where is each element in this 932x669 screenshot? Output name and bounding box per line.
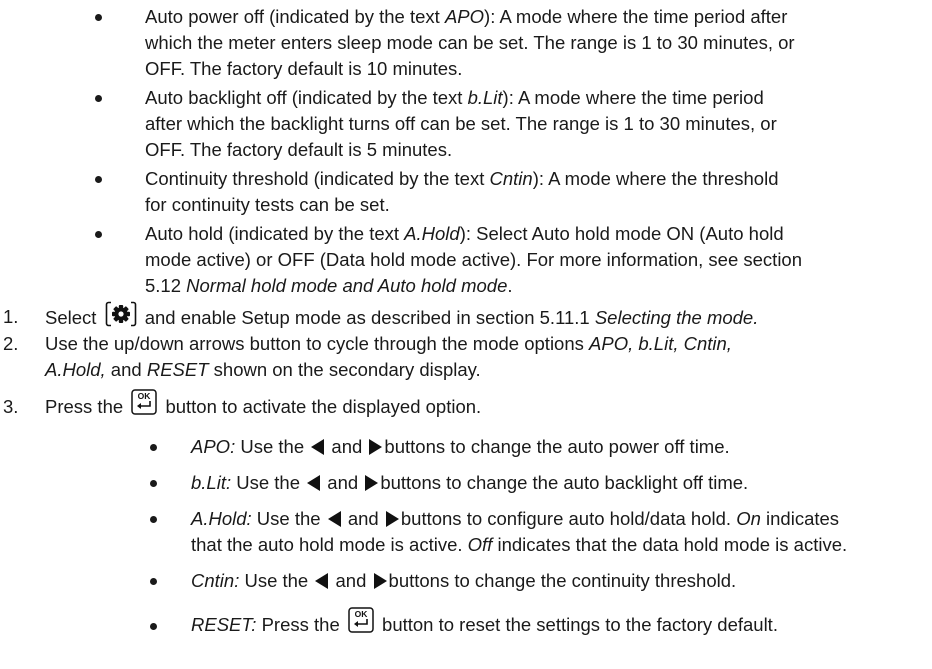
right-triangle-icon: [365, 474, 379, 491]
left-triangle-icon: [311, 438, 325, 455]
option-apo: APO: Use the and buttons to change the a…: [191, 436, 730, 457]
bullet: [95, 231, 102, 238]
option-cntin: Cntin: Use the and buttons to change the…: [191, 570, 737, 591]
bullet: [150, 516, 157, 523]
svg-text:OK: OK: [355, 609, 369, 619]
text-line: for continuity tests can be set.: [145, 194, 390, 215]
step-2-text-cont: A.Hold, and RESET shown on the secondary…: [45, 359, 481, 380]
option-blit: b.Lit: Use the and buttons to change the…: [191, 472, 749, 493]
text-line: which the meter enters sleep mode can be…: [145, 32, 795, 53]
svg-text:OK: OK: [138, 391, 152, 401]
ok-enter-icon: OK: [348, 607, 374, 639]
left-triangle-icon: [307, 474, 321, 491]
left-triangle-icon: [315, 572, 329, 589]
right-triangle-icon: [373, 572, 387, 589]
bullet: [95, 95, 102, 102]
text-line: after which the backlight turns off can …: [145, 113, 777, 134]
text-line: OFF. The factory default is 5 minutes.: [145, 139, 453, 160]
bullet: [150, 480, 157, 487]
text-line: Auto backlight off (indicated by the tex…: [145, 87, 764, 108]
ok-enter-icon: OK: [131, 389, 158, 421]
text-line: OFF. The factory default is 10 minutes.: [145, 58, 463, 79]
step-number: 3.: [3, 396, 19, 417]
left-triangle-icon: [327, 510, 341, 527]
bullet: [150, 444, 157, 451]
step-1-text: Select and enable Setup mode as describe…: [45, 301, 758, 333]
bullet: [95, 14, 102, 21]
bullet: [150, 623, 157, 630]
bullet: [150, 578, 157, 585]
option-ahold-cont: that the auto hold mode is active. Off i…: [191, 534, 848, 555]
text-line: Auto power off (indicated by the text AP…: [145, 6, 788, 27]
option-reset: RESET: Press the OK button to reset the …: [191, 607, 778, 639]
step-3-text: Press the OK button to activate the disp…: [45, 389, 481, 421]
step-2-text: Use the up/down arrows button to cycle t…: [45, 333, 732, 354]
step-number: 1.: [3, 306, 19, 327]
text-line: Auto hold (indicated by the text A.Hold)…: [145, 223, 784, 244]
gear-icon: [105, 301, 137, 333]
bullet: [95, 176, 102, 183]
right-triangle-icon: [385, 510, 399, 527]
option-ahold: A.Hold: Use the and buttons to configure…: [191, 508, 840, 529]
text-line: Continuity threshold (indicated by the t…: [145, 168, 779, 189]
text-line: mode active) or OFF (Data hold mode acti…: [145, 249, 803, 270]
right-triangle-icon: [369, 438, 383, 455]
text-line: 5.12 Normal hold mode and Auto hold mode…: [145, 275, 513, 296]
step-number: 2.: [3, 333, 19, 354]
